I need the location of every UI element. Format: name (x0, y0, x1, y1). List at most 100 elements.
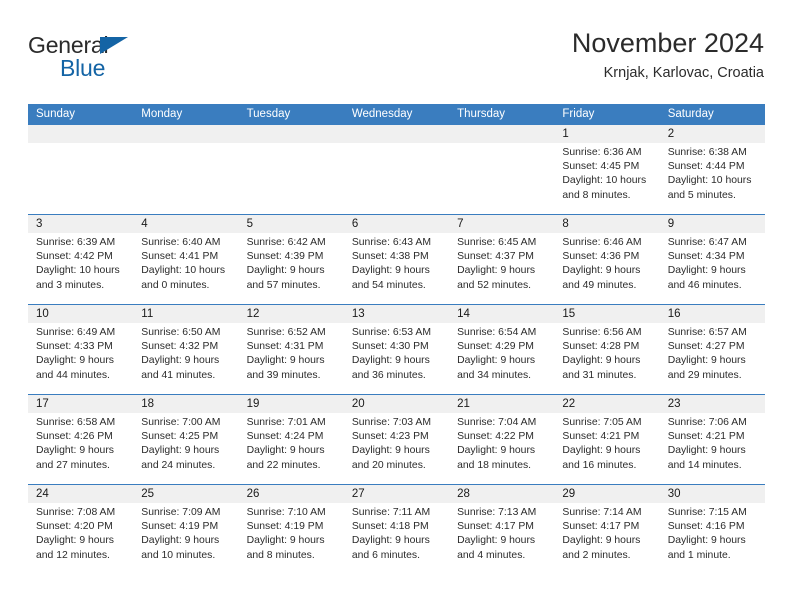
daylight-text-line1: Daylight: 9 hours (246, 355, 325, 367)
calendar-day-cell[interactable]: 23 Sunrise: 7:06 AM Sunset: 4:21 PM Dayligh… (659, 395, 765, 484)
sunrise-text: Sunrise: 6:40 AM (141, 237, 221, 248)
calendar-day-cell[interactable]: 30 Sunrise: 7:15 AM Sunset: 4:16 PM Dayligh… (659, 485, 765, 574)
calendar-day-cell[interactable]: 2 Sunrise: 6:38 AM Sunset: 4:44 PM Daylight… (659, 125, 765, 214)
calendar-day-cell[interactable]: 11 Sunrise: 6:50 AM Sunset: 4:32 PM Dayligh… (133, 305, 239, 394)
day-number: 3 (28, 215, 134, 233)
sunset-text: Sunset: 4:37 PM (457, 251, 534, 263)
sunset-text: Sunset: 4:33 PM (36, 341, 113, 353)
weekday-header-row: Sunday Monday Tuesday Wednesday Thursday Frid… (28, 104, 765, 125)
sunrise-text: Sunrise: 7:14 AM (562, 507, 642, 518)
sunrise-text: Sunrise: 7:01 AM (246, 417, 326, 428)
day-sun-info: Sunrise: 7:00 AM Sunset: 4:25 PM Daylight:… (133, 413, 238, 473)
sunrise-text: Sunrise: 6:50 AM (141, 327, 221, 338)
daylight-text-line2: and 34 minutes. (457, 369, 532, 381)
daylight-text-line2: and 39 minutes. (246, 369, 321, 381)
calendar-day-cell[interactable]: 28 Sunrise: 7:13 AM Sunset: 4:17 PM Dayligh… (449, 485, 555, 574)
calendar-day-cell[interactable]: 24 Sunrise: 7:08 AM Sunset: 4:20 PM Dayligh… (28, 485, 134, 574)
daylight-text-line2: and 18 minutes. (457, 459, 532, 471)
sunrise-text: Sunrise: 7:05 AM (562, 417, 642, 428)
day-sun-info: Sunrise: 6:58 AM Sunset: 4:26 PM Daylight:… (28, 413, 133, 473)
daylight-text-line1: Daylight: 9 hours (667, 445, 746, 457)
day-sun-info: Sunrise: 6:45 AM Sunset: 4:37 PM Daylight:… (449, 233, 554, 293)
daylight-text-line1: Daylight: 9 hours (246, 535, 325, 547)
day-number: 13 (343, 305, 450, 323)
brand-blue-text: Blue (60, 55, 106, 81)
daylight-text-line2: and 0 minutes. (141, 279, 210, 291)
calendar-day-cell[interactable]: 16 Sunrise: 6:57 AM Sunset: 4:27 PM Dayligh… (659, 305, 765, 394)
calendar-day-cell[interactable]: 6 Sunrise: 6:43 AM Sunset: 4:38 PM Daylight… (343, 215, 450, 304)
day-sun-info: Sunrise: 7:15 AM Sunset: 4:16 PM Daylight:… (660, 503, 765, 563)
calendar-day-cell[interactable]: 26 Sunrise: 7:10 AM Sunset: 4:19 PM Dayligh… (238, 485, 344, 574)
weekday-header-tuesday: Tuesday (246, 108, 291, 120)
calendar-day-cell[interactable]: 4 Sunrise: 6:40 AM Sunset: 4:41 PM Daylight… (133, 215, 239, 304)
day-number (133, 125, 239, 143)
sunrise-text: Sunrise: 7:13 AM (457, 507, 537, 518)
sunset-text: Sunset: 4:28 PM (562, 341, 640, 353)
calendar-day-cell[interactable]: 3 Sunrise: 6:39 AM Sunset: 4:42 PM Daylight… (28, 215, 134, 304)
day-number: 10 (28, 305, 134, 323)
day-sun-info: Sunrise: 6:49 AM Sunset: 4:33 PM Daylight:… (28, 323, 133, 383)
daylight-text-line1: Daylight: 9 hours (351, 355, 430, 367)
day-sun-info: Sunrise: 6:56 AM Sunset: 4:28 PM Daylight:… (554, 323, 659, 383)
daylight-text-line1: Daylight: 9 hours (36, 445, 114, 457)
day-sun-info: Sunrise: 6:39 AM Sunset: 4:42 PM Daylight:… (28, 233, 133, 293)
sunrise-text: Sunrise: 7:11 AM (351, 507, 431, 518)
calendar-day-cell[interactable]: 5 Sunrise: 6:42 AM Sunset: 4:39 PM Daylight… (238, 215, 344, 304)
sunset-text: Sunset: 4:26 PM (36, 431, 113, 443)
daylight-text-line1: Daylight: 9 hours (562, 355, 641, 367)
brand-logo[interactable]: General Blue (28, 32, 248, 88)
calendar-day-cell-empty (449, 125, 555, 214)
day-number: 16 (659, 305, 765, 323)
calendar-week-row: 17 Sunrise: 6:58 AM Sunset: 4:26 PM Dayligh… (28, 394, 765, 484)
daylight-text-line1: Daylight: 9 hours (562, 265, 641, 277)
daylight-text-line2: and 54 minutes. (351, 279, 426, 291)
calendar-day-cell[interactable]: 19 Sunrise: 7:01 AM Sunset: 4:24 PM Dayligh… (238, 395, 344, 484)
calendar-day-cell[interactable]: 25 Sunrise: 7:09 AM Sunset: 4:19 PM Dayligh… (133, 485, 239, 574)
calendar-day-cell[interactable]: 13 Sunrise: 6:53 AM Sunset: 4:30 PM Dayligh… (343, 305, 450, 394)
day-number: 6 (343, 215, 450, 233)
sunrise-text: Sunrise: 6:52 AM (246, 327, 326, 338)
calendar-day-cell[interactable]: 1 Sunrise: 6:36 AM Sunset: 4:45 PM Daylight… (554, 125, 660, 214)
calendar-day-cell[interactable]: 29 Sunrise: 7:14 AM Sunset: 4:17 PM Dayligh… (554, 485, 660, 574)
weekday-header-wednesday: Wednesday (351, 108, 413, 120)
sunset-text: Sunset: 4:23 PM (351, 431, 429, 443)
calendar-week-row: 3 Sunrise: 6:39 AM Sunset: 4:42 PM Daylight… (28, 214, 765, 304)
sunrise-text: Sunrise: 7:15 AM (667, 507, 747, 518)
brand-line1-row: General (28, 32, 248, 58)
calendar-day-cell[interactable]: 8 Sunrise: 6:46 AM Sunset: 4:36 PM Daylight… (554, 215, 660, 304)
daylight-text-line2: and 24 minutes. (141, 459, 216, 471)
calendar-day-cell[interactable]: 12 Sunrise: 6:52 AM Sunset: 4:31 PM Dayligh… (238, 305, 344, 394)
calendar-day-cell[interactable]: 14 Sunrise: 6:54 AM Sunset: 4:29 PM Dayligh… (449, 305, 555, 394)
weekday-header-friday: Friday (562, 108, 595, 120)
daylight-text-line2: and 5 minutes. (667, 189, 736, 201)
calendar-day-cell[interactable]: 9 Sunrise: 6:47 AM Sunset: 4:34 PM Daylight… (659, 215, 765, 304)
day-number: 12 (238, 305, 344, 323)
day-sun-info: Sunrise: 6:53 AM Sunset: 4:30 PM Daylight:… (344, 323, 449, 383)
title-block: November 2024 Krnjak, Karlovac, Croatia (572, 26, 764, 84)
calendar-day-cell[interactable]: 22 Sunrise: 7:05 AM Sunset: 4:21 PM Dayligh… (554, 395, 660, 484)
calendar-day-cell[interactable]: 18 Sunrise: 7:00 AM Sunset: 4:25 PM Dayligh… (133, 395, 239, 484)
calendar-day-cell[interactable]: 15 Sunrise: 6:56 AM Sunset: 4:28 PM Dayligh… (554, 305, 660, 394)
day-number: 27 (343, 485, 450, 503)
day-number: 22 (554, 395, 660, 413)
daylight-text-line2: and 36 minutes. (351, 369, 426, 381)
sunrise-text: Sunrise: 6:45 AM (457, 237, 537, 248)
sunrise-text: Sunrise: 6:38 AM (667, 147, 747, 158)
calendar-page: General Blue November 2024 Krnjak, Karlo… (0, 0, 792, 612)
calendar-day-cell[interactable]: 21 Sunrise: 7:04 AM Sunset: 4:22 PM Dayligh… (449, 395, 555, 484)
calendar-day-cell[interactable]: 20 Sunrise: 7:03 AM Sunset: 4:23 PM Dayligh… (343, 395, 450, 484)
calendar-day-cell[interactable]: 27 Sunrise: 7:11 AM Sunset: 4:18 PM Dayligh… (343, 485, 450, 574)
calendar-week-row: 1 Sunrise: 6:36 AM Sunset: 4:45 PM Daylight… (28, 125, 765, 214)
calendar-grid: Sunday Monday Tuesday Wednesday Thursday Frid… (28, 104, 765, 574)
daylight-text-line1: Daylight: 10 hours (36, 265, 120, 277)
daylight-text-line2: and 57 minutes. (246, 279, 321, 291)
calendar-day-cell[interactable]: 17 Sunrise: 6:58 AM Sunset: 4:26 PM Dayligh… (28, 395, 134, 484)
sunset-text: Sunset: 4:36 PM (562, 251, 640, 263)
sunset-text: Sunset: 4:20 PM (36, 521, 113, 533)
day-number: 23 (659, 395, 765, 413)
calendar-day-cell[interactable]: 7 Sunrise: 6:45 AM Sunset: 4:37 PM Daylight… (449, 215, 555, 304)
daylight-text-line1: Daylight: 9 hours (36, 355, 114, 367)
day-number: 11 (133, 305, 239, 323)
day-number: 1 (554, 125, 660, 143)
calendar-day-cell[interactable]: 10 Sunrise: 6:49 AM Sunset: 4:33 PM Dayligh… (28, 305, 134, 394)
